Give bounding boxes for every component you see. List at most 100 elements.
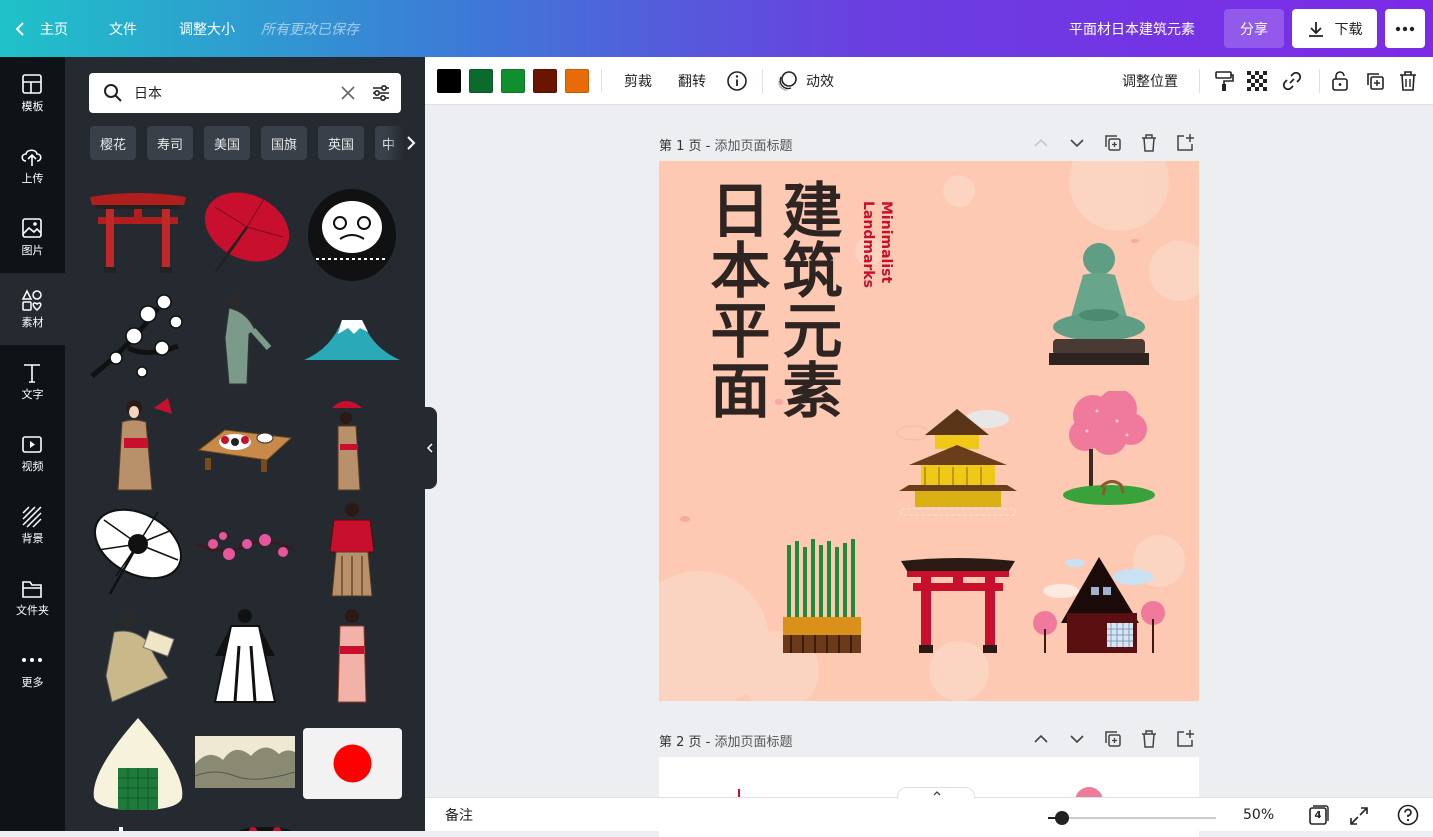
download-button[interactable]: 下载 — [1292, 9, 1377, 48]
animate-button[interactable]: 动效 — [776, 57, 834, 105]
delete-button[interactable] — [1398, 57, 1418, 105]
design-subtitle[interactable]: Minimalist Landmarks — [859, 201, 895, 288]
add-page-icon[interactable] — [1174, 132, 1196, 154]
bamboo-fence-illustration[interactable] — [783, 539, 861, 653]
page-title-input[interactable]: 添加页面标题 — [715, 735, 793, 750]
transparency-button[interactable] — [1247, 57, 1267, 105]
cherry-tree-deer-illustration[interactable] — [1057, 391, 1161, 509]
japan-flag-icon — [333, 744, 372, 783]
element-onigiri[interactable] — [88, 712, 188, 812]
fullscreen-icon[interactable] — [1349, 806, 1369, 826]
zoom-level[interactable]: 50% — [1243, 798, 1274, 832]
gassho-house-illustration[interactable] — [1031, 557, 1171, 657]
element-plum-blossom-branch[interactable] — [195, 500, 295, 600]
element-red-umbrella[interactable] — [195, 183, 295, 283]
rail-item-uploads[interactable]: 上传 — [0, 129, 65, 201]
more-options-button[interactable] — [1385, 9, 1425, 48]
elements-panel: 樱花 寿司 美国 国旗 英国 中 — [65, 57, 425, 831]
element-row-partial — [119, 827, 292, 831]
chevron-up-icon — [933, 791, 941, 796]
page-down-icon[interactable] — [1066, 132, 1088, 154]
search-input[interactable] — [134, 73, 334, 113]
rail-item-elements[interactable]: 素材 — [0, 273, 65, 345]
chip-usa[interactable]: 美国 — [204, 126, 250, 160]
rail-item-photos[interactable]: 图片 — [0, 201, 65, 273]
element-woman-parasol[interactable] — [302, 394, 402, 494]
zoom-slider[interactable] — [1048, 811, 1216, 825]
duplicate-button[interactable] — [1364, 57, 1386, 105]
element-japan-flag[interactable] — [303, 728, 402, 799]
golden-pavilion-illustration[interactable] — [895, 405, 1021, 519]
chip-sushi[interactable]: 寿司 — [147, 126, 193, 160]
rail-item-videos[interactable]: 视频 — [0, 417, 65, 489]
notes-button[interactable]: 备注 — [445, 798, 473, 832]
expand-pages-handle[interactable] — [897, 787, 975, 799]
file-menu[interactable]: 文件 — [109, 0, 137, 57]
chip-uk[interactable]: 英国 — [318, 126, 364, 160]
color-swatch-dark-green[interactable] — [469, 69, 493, 93]
help-icon[interactable] — [1397, 804, 1419, 826]
element-white-umbrella[interactable] — [88, 500, 188, 600]
buddha-statue-illustration[interactable] — [1047, 241, 1151, 369]
element-sushi-tray[interactable] — [195, 394, 295, 494]
duplicate-page-icon[interactable] — [1102, 132, 1124, 154]
delete-page-icon[interactable] — [1138, 728, 1160, 750]
share-button[interactable]: 分享 — [1224, 9, 1284, 48]
delete-page-icon[interactable] — [1138, 132, 1160, 154]
transparency-icon — [1247, 71, 1267, 91]
filter-icon[interactable] — [371, 83, 391, 103]
rail-item-backgrounds[interactable]: 背景 — [0, 489, 65, 561]
element-kimono-woman-fan[interactable] — [88, 394, 188, 494]
subtitle-line-2: Landmarks — [860, 201, 876, 288]
link-button[interactable] — [1281, 57, 1303, 105]
chip-sakura[interactable]: 樱花 — [90, 126, 136, 160]
ellipsis-icon — [1395, 26, 1415, 31]
lock-button[interactable] — [1330, 57, 1350, 105]
collapse-panel-handle[interactable] — [425, 407, 437, 489]
element-mount-fuji[interactable] — [302, 288, 402, 388]
rail-item-more[interactable]: 更多 — [0, 633, 65, 705]
page-down-icon[interactable] — [1066, 728, 1088, 750]
element-torii-gate[interactable] — [88, 183, 188, 283]
element-ukiyoe-landscape[interactable] — [195, 712, 295, 812]
clear-search-icon[interactable] — [340, 85, 356, 101]
chip-flag[interactable]: 国旗 — [261, 126, 307, 160]
element-ukiyoe-reader[interactable] — [88, 606, 188, 706]
info-button[interactable] — [726, 57, 748, 105]
page-title-input[interactable]: 添加页面标题 — [715, 139, 793, 154]
zoom-slider-knob[interactable] — [1054, 811, 1069, 825]
color-swatch-maroon[interactable] — [533, 69, 557, 93]
torii-gate-illustration[interactable] — [899, 557, 1017, 653]
position-button[interactable]: 调整位置 — [1122, 57, 1178, 105]
color-swatch-green[interactable] — [501, 69, 525, 93]
element-geisha-dancer[interactable] — [195, 288, 295, 388]
design-title-col2[interactable]: 建筑元素 — [769, 179, 842, 419]
rail-item-templates[interactable]: 模板 — [0, 57, 65, 129]
chips-scroll-right[interactable] — [386, 126, 416, 160]
color-swatch-black[interactable] — [437, 69, 461, 93]
page-up-icon[interactable] — [1030, 132, 1052, 154]
page-grid-button[interactable]: 4 — [1307, 804, 1329, 826]
rail-item-folders[interactable]: 文件夹 — [0, 561, 65, 633]
add-page-icon[interactable] — [1174, 728, 1196, 750]
flip-button[interactable]: 翻转 — [678, 57, 706, 105]
copy-style-button[interactable] — [1213, 57, 1235, 105]
page-up-icon[interactable] — [1030, 728, 1052, 750]
design-title[interactable]: 平面材日本建筑元素 — [1069, 0, 1195, 57]
color-swatch-orange[interactable] — [565, 69, 589, 93]
toolbar-divider — [601, 69, 602, 93]
crop-button[interactable]: 剪裁 — [624, 57, 652, 105]
rail-item-text[interactable]: 文字 — [0, 345, 65, 417]
home-link[interactable]: 主页 — [14, 0, 68, 57]
resize-menu[interactable]: 调整大小 — [179, 0, 235, 57]
elements-icon — [21, 289, 42, 311]
chevron-right-icon — [407, 136, 416, 150]
design-title-col1[interactable]: 日本平面 — [697, 179, 770, 419]
element-samurai-kimono[interactable] — [302, 500, 402, 600]
duplicate-page-icon[interactable] — [1102, 728, 1124, 750]
element-sakura-branch[interactable] — [88, 288, 188, 388]
element-kimono-black-white[interactable] — [195, 606, 295, 706]
design-page-1[interactable]: 日本平面 建筑元素 Minimalist Landmarks — [659, 161, 1199, 701]
element-daruma[interactable] — [302, 183, 402, 283]
element-woman-pink-kimono[interactable] — [302, 606, 402, 706]
